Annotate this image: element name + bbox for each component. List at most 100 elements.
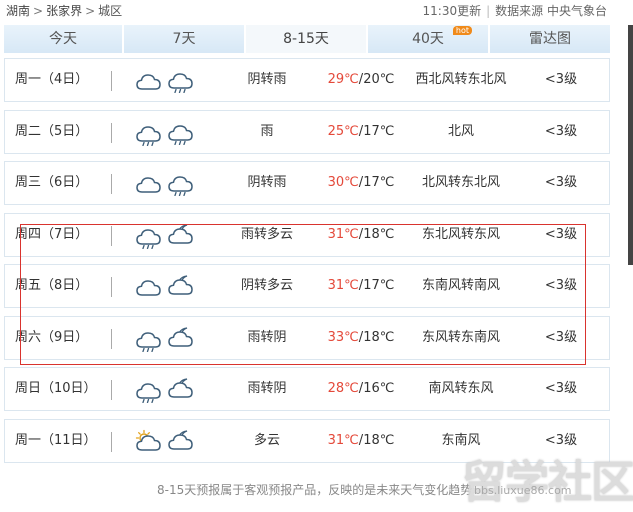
temp-high: 28℃ [327,381,359,396]
row-divider [111,71,112,91]
wind-level: <3级 [544,381,578,396]
wind-level: <3级 [544,226,578,242]
rain-icon [135,326,163,352]
cloudy-night-icon [167,325,195,351]
tab-8-15-days[interactable]: 8-15天 [246,25,368,53]
tab-today[interactable]: 今天 [4,25,124,53]
weather-description: 阴转多云 [240,278,293,293]
forecast-tabs: 今天 7天 8-15天 40天 hot 雷达图 [4,25,610,53]
temp-low: 17℃ [363,175,395,190]
tab-label: 7天 [172,31,196,47]
forecast-date: 周日（10日） [15,381,97,396]
temperature-range: 31℃/18℃ [321,420,401,462]
temp-low: 18℃ [363,226,395,242]
temperature-range: 31℃/18℃ [321,214,401,256]
temperature-range: 29℃/20℃ [321,59,401,101]
cloudy-icon [135,68,163,94]
rain-icon [135,120,163,146]
rain-icon [167,119,195,145]
weather-description: 阴转雨 [247,72,287,87]
rain-icon [135,377,163,404]
partly-cloudy-night-icon [167,428,195,454]
forecast-date: 周二（5日） [15,123,89,139]
tab-40-days[interactable]: 40天 hot [368,25,490,53]
temperature-range: 28℃/16℃ [321,368,401,410]
row-divider [111,328,112,349]
cloudy-night-icon [167,376,195,402]
tab-label: 雷达图 [529,31,571,47]
temp-high: 31℃ [327,226,359,242]
temp-high: 29℃ [327,72,359,87]
wind-level: <3级 [544,123,578,139]
forecast-date: 周五（8日） [15,278,89,293]
forecast-date: 周三（6日） [15,175,89,190]
data-source: 数据来源 中央气象台 [495,4,607,18]
temp-high: 31℃ [327,278,359,293]
temp-low: 17℃ [363,123,395,139]
row-divider [111,431,112,452]
forecast-row: 周一（4日） 阴转雨 29℃/20℃ 西北风转东北风 <3级 [4,58,610,102]
breadcrumb-province[interactable]: 湖南 [6,4,30,18]
temp-high: 31℃ [327,432,359,448]
temp-high: 25℃ [327,123,359,139]
wind-direction: 南风转东风 [428,381,494,396]
row-divider [111,380,112,400]
cloudy-icon [135,171,163,197]
wind-direction: 东北风转东风 [421,226,500,242]
rain-icon [167,170,195,197]
temp-low: 20℃ [363,72,395,87]
tab-label: 40天 [412,31,444,47]
forecast-row: 周四（7日） 雨转多云 31℃/18℃ 东北风转东风 <3级 [4,212,610,257]
temp-high: 33℃ [327,329,359,345]
partly-cloudy-sun-icon [135,429,163,455]
wind-direction: 北风 [447,123,474,139]
weather-description: 雨 [260,123,274,139]
row-divider [111,122,112,143]
weather-description: 阴转雨 [247,175,287,190]
watermark-url: bbs.liuxue86.com [474,484,572,497]
forecast-row: 周三（6日） 阴转雨 30℃/17℃ 北风转东北风 <3级 [4,161,610,205]
temp-low: 18℃ [363,432,395,448]
hot-badge: hot [452,26,472,35]
breadcrumb: 湖南 > 张家界 > 城区 [6,0,122,22]
update-time: 11:30更新 [422,4,482,18]
breadcrumb-separator: > [33,4,44,18]
forecast-row: 周二（5日） 雨 25℃/17℃ 北风 <3级 [4,109,610,154]
row-divider [111,174,112,194]
wind-level: <3级 [544,329,578,345]
partly-cloudy-night-icon [167,273,195,299]
partly-cloudy-night-icon [167,222,195,248]
temperature-range: 31℃/17℃ [321,265,401,307]
wind-level: <3级 [544,72,578,87]
forecast-date: 周四（7日） [15,226,89,242]
breadcrumb-city[interactable]: 张家界 [46,4,82,18]
cloudy-icon [135,274,163,300]
wind-direction: 西北风转东北风 [415,72,507,87]
wind-direction: 东南风转南风 [421,278,500,293]
update-meta: 11:30更新 | 数据来源 中央气象台 [423,0,607,22]
tab-7-days[interactable]: 7天 [124,25,246,53]
weather-description: 雨转阴 [247,329,287,345]
temp-low: 17℃ [363,278,395,293]
forecast-row: 周六（9日） 雨转阴 33℃/18℃ 东风转东南风 <3级 [4,315,610,360]
tab-radar[interactable]: 雷达图 [490,25,610,53]
footnote: 8-15天预报属于客观预报产品，反映的是未来天气变化趋势 [157,483,473,497]
top-bar: 湖南 > 张家界 > 城区 11:30更新 | 数据来源 中央气象台 [0,0,633,24]
rain-icon [167,67,195,94]
weather-description: 雨转多云 [240,226,293,242]
row-divider [111,277,112,297]
forecast-row: 周日（10日） 雨转阴 28℃/16℃ 南风转东风 <3级 [4,367,610,411]
forecast-date: 周一（4日） [15,72,89,87]
temperature-range: 25℃/17℃ [321,111,401,153]
breadcrumb-separator: > [85,4,96,18]
forecast-list: 周一（4日） 阴转雨 29℃/20℃ 西北风转东北风 <3级 周二（5日）雨 25℃/17℃… [4,58,610,470]
meta-divider: | [486,4,491,18]
weather-description: 多云 [253,432,280,448]
rain-icon [135,223,163,249]
weather-description: 雨转阴 [247,381,287,396]
forecast-row: 周五（8日） 阴转多云 31℃/17℃ 东南风转南风 <3级 [4,264,610,308]
wind-level: <3级 [544,278,578,293]
row-divider [111,225,112,246]
page-edge [628,25,633,265]
tab-label: 8-15天 [283,31,329,47]
